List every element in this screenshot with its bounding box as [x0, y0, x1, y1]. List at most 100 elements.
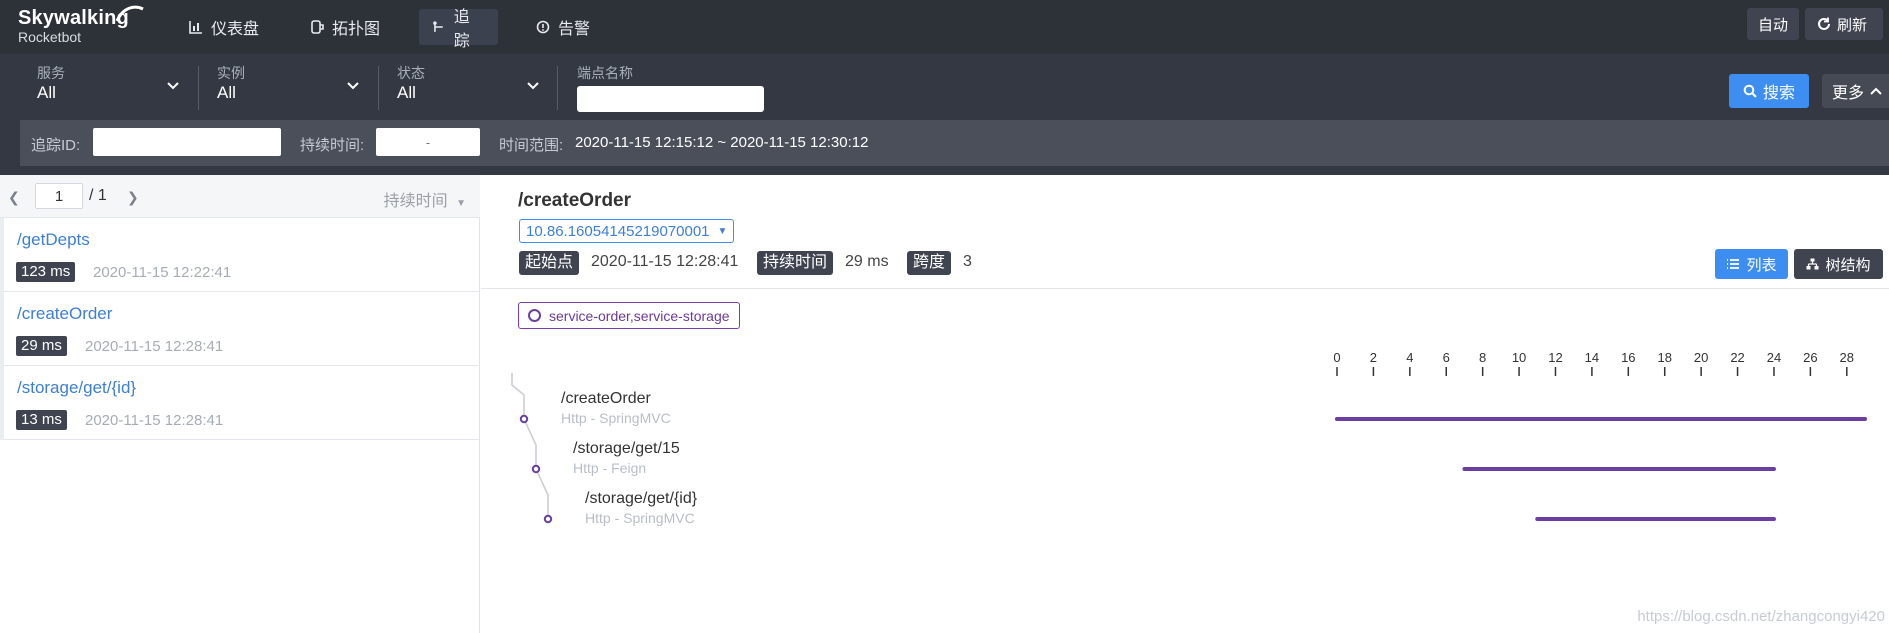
divider — [378, 66, 379, 110]
chart-icon — [189, 21, 202, 34]
axis-tick-label: 18 — [1657, 350, 1671, 365]
axis-tick-label: 16 — [1621, 350, 1635, 365]
trace-id-select[interactable]: 10.86.16054145219070001 ▼ — [519, 219, 735, 243]
pagination: ❮ / 1 ❯ 持续时间 ▼ — [0, 175, 480, 218]
nav-label: 告警 — [558, 21, 591, 38]
instance-select[interactable]: 实例 All — [217, 64, 379, 110]
nav-label: 追踪 — [453, 9, 470, 50]
sort-label: 持续时间 — [383, 193, 448, 210]
search-button[interactable]: 搜索 — [1729, 74, 1809, 108]
more-button[interactable]: 更多 — [1822, 74, 1889, 108]
span-value: 3 — [963, 253, 972, 270]
start-value: 2020-11-15 12:28:41 — [591, 253, 739, 270]
page-input[interactable] — [35, 183, 83, 209]
axis-tick-label: 22 — [1730, 350, 1744, 365]
span-node — [531, 464, 541, 474]
span-component: Http - Feign — [573, 460, 647, 476]
topology-icon — [311, 20, 324, 34]
logo-swoosh-icon — [115, 5, 144, 22]
span-node — [543, 514, 553, 524]
span-timeline-chart: 0 2 4 6 8 10 12 14 16 18 20 22 24 26 28 — [511, 350, 1867, 524]
advanced-filter-panel: 追踪ID: 持续时间: 时间范围: 2020-11-15 12:15:12 ~ … — [20, 120, 1889, 166]
trace-endpoint: /storage/get/{id} — [17, 378, 137, 397]
endpoint-filter: 端点名称 — [577, 64, 764, 112]
divider — [557, 66, 558, 110]
nav-alarm[interactable]: 告警 — [523, 9, 603, 45]
state-select[interactable]: 状态 All — [397, 64, 559, 110]
trace-list-item[interactable]: /storage/get/{id} 13 ms 2020-11-15 12:28… — [0, 366, 480, 440]
trace-endpoint: /createOrder — [17, 304, 113, 323]
trace-id-label: 追踪ID: — [31, 137, 81, 154]
nav-trace[interactable]: 追踪 — [419, 9, 498, 50]
refresh-icon — [1818, 17, 1830, 30]
axis-tick-label: 2 — [1370, 350, 1377, 365]
tree-icon — [1806, 258, 1819, 270]
axis-tick-label: 20 — [1694, 350, 1708, 365]
span-name[interactable]: /createOrder — [561, 390, 651, 408]
span-component: Http - SpringMVC — [561, 410, 671, 426]
refresh-button[interactable]: 刷新 — [1805, 8, 1883, 40]
trace-list-item[interactable]: /getDepts 123 ms 2020-11-15 12:22:41 — [0, 218, 480, 292]
chevron-down-icon — [167, 82, 179, 90]
search-icon — [1743, 84, 1757, 98]
nav-topology[interactable]: 拓扑图 — [297, 9, 393, 45]
chevron-left-icon[interactable]: ❮ — [8, 189, 20, 206]
list-view-label: 列表 — [1746, 256, 1777, 274]
trace-duration-badge: 13 ms — [16, 410, 67, 430]
time-range-value[interactable]: 2020-11-15 12:15:12 ~ 2020-11-15 12:30:1… — [575, 134, 868, 151]
trace-endpoint: /getDepts — [17, 230, 90, 249]
watermark: https://blog.csdn.net/zhangcongyi420 — [1637, 608, 1885, 625]
advanced-filter-bar: 追踪ID: 持续时间: 时间范围: 2020-11-15 12:15:12 ~ … — [0, 120, 1889, 175]
item-indicator — [0, 218, 4, 292]
axis-tick-label: 12 — [1548, 350, 1562, 365]
chevron-up-icon — [1870, 87, 1882, 95]
axis-tick-label: 8 — [1479, 350, 1486, 365]
axis-tick-label: 4 — [1406, 350, 1413, 365]
filter-bar: 服务 All 实例 All 状态 All 端点名称 搜索 更多 — [0, 54, 1889, 120]
app-logo[interactable]: Skywalking Rocketbot — [18, 5, 144, 46]
endpoint-input[interactable] — [577, 86, 764, 112]
duration-value: 29 ms — [845, 253, 889, 270]
time-range-label: 时间范围: — [499, 137, 564, 154]
nav-label: 拓扑图 — [332, 21, 381, 38]
auto-refresh-button[interactable]: 自动 — [1747, 8, 1799, 40]
auto-label: 自动 — [1757, 16, 1788, 34]
duration-label: 持续时间: — [300, 137, 365, 154]
trace-list-item[interactable]: /createOrder 29 ms 2020-11-15 12:28:41 — [0, 292, 480, 366]
refresh-label: 刷新 — [1837, 16, 1868, 34]
chevron-down-icon — [347, 82, 359, 90]
tree-view-button[interactable]: 树结构 — [1794, 249, 1883, 279]
item-indicator — [0, 366, 4, 440]
duration-tag: 持续时间 — [757, 251, 834, 275]
axis-tick-label: 28 — [1840, 350, 1854, 365]
nav-dashboard[interactable]: 仪表盘 — [176, 9, 272, 45]
trace-id-input[interactable] — [93, 128, 281, 156]
span-tree-line — [511, 373, 549, 519]
sort-select[interactable]: 持续时间 ▼ — [384, 187, 466, 211]
axis-tick-label: 24 — [1767, 350, 1781, 365]
start-tag: 起始点 — [519, 251, 580, 275]
trace-time: 2020-11-15 12:28:41 — [85, 338, 224, 355]
span-tag: 跨度 — [907, 251, 952, 275]
duration-input[interactable] — [376, 128, 480, 156]
trace-time: 2020-11-15 12:22:41 — [93, 264, 232, 281]
page-total: / 1 — [89, 187, 107, 204]
span-name[interactable]: /storage/get/15 — [573, 440, 680, 458]
span-name[interactable]: /storage/get/{id} — [585, 490, 697, 508]
trace-detail-panel: /createOrder 10.86.16054145219070001 ▼ 起… — [481, 175, 1889, 633]
service-select[interactable]: 服务 All — [37, 64, 199, 110]
trace-list-panel: ❮ / 1 ❯ 持续时间 ▼ /getDepts 123 ms 2020-11-… — [0, 175, 480, 633]
trace-icon — [433, 21, 443, 32]
caret-down-icon: ▼ — [717, 225, 728, 237]
axis-tick-label: 26 — [1803, 350, 1817, 365]
trace-id-value: 10.86.16054145219070001 — [526, 222, 710, 240]
nav-label: 仪表盘 — [211, 21, 260, 38]
divider — [198, 66, 199, 110]
chevron-right-icon[interactable]: ❯ — [127, 189, 139, 206]
endpoint-label: 端点名称 — [577, 65, 633, 81]
search-label: 搜索 — [1762, 85, 1795, 102]
logo-subtitle: Rocketbot — [18, 29, 82, 45]
more-label: 更多 — [1832, 85, 1865, 102]
span-component: Http - SpringMVC — [585, 510, 695, 526]
list-view-button[interactable]: 列表 — [1715, 249, 1788, 279]
